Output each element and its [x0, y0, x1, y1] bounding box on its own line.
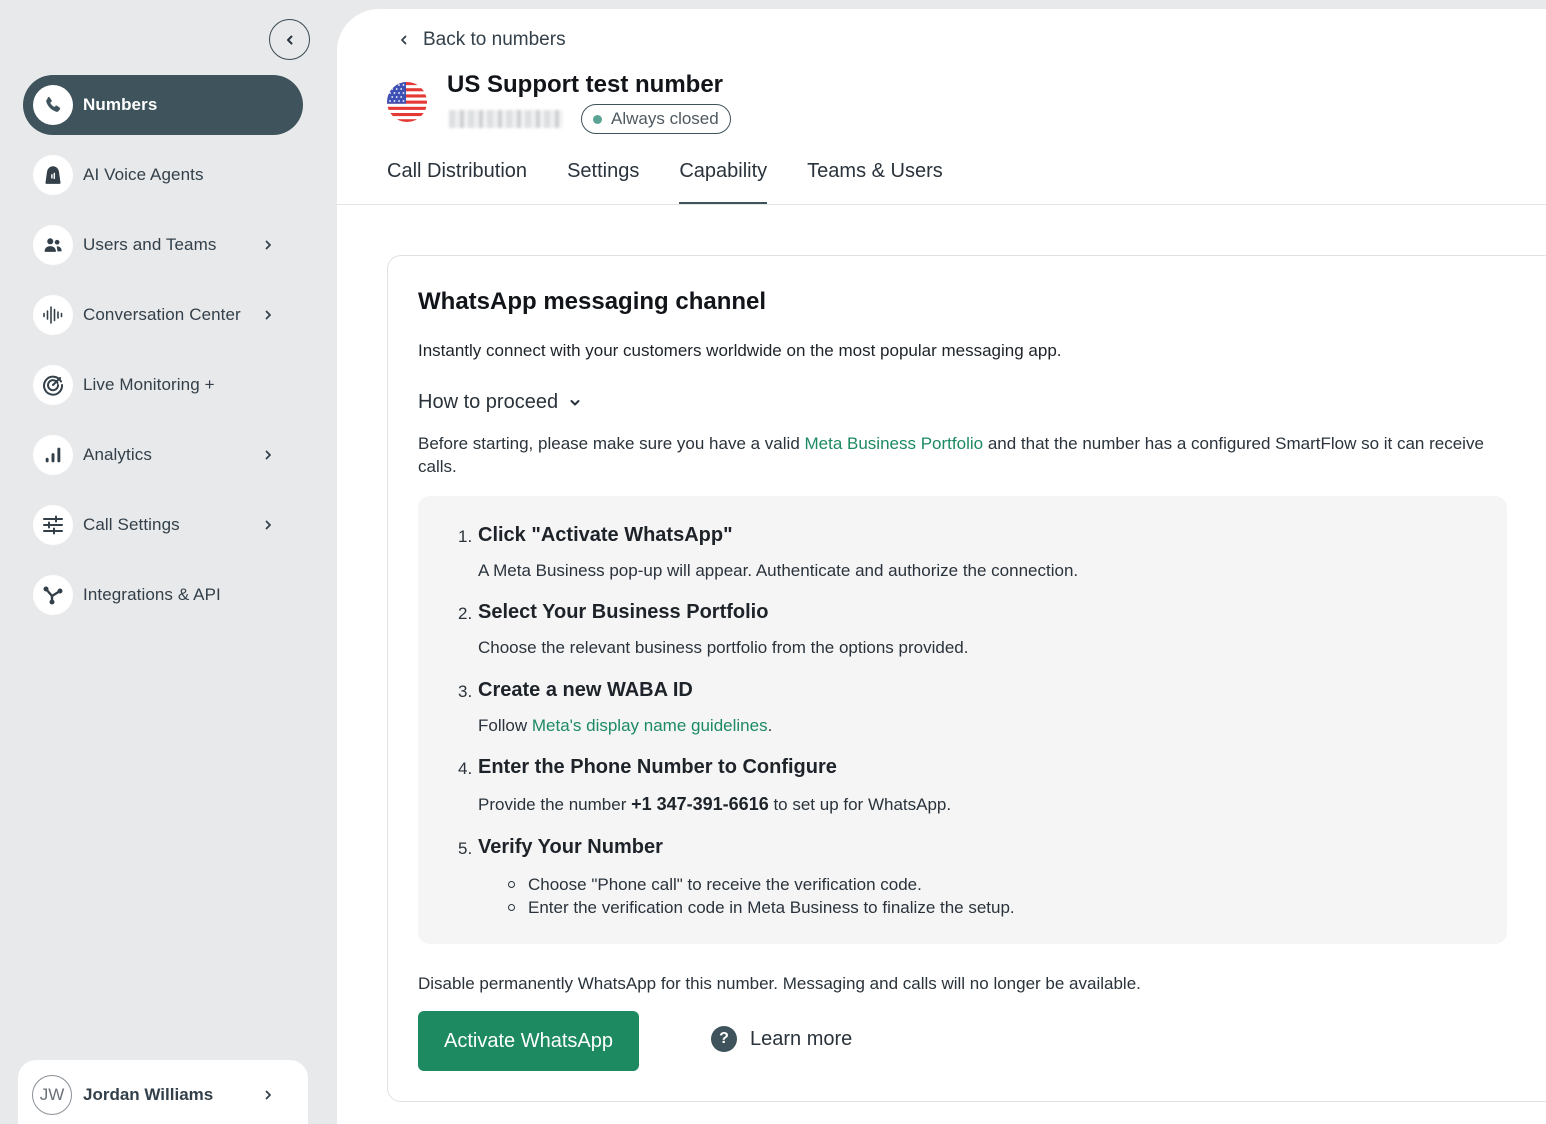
step-number: 4. [458, 759, 473, 778]
user-profile-menu[interactable]: JW Jordan Williams [18, 1060, 308, 1124]
tab-teams-users[interactable]: Teams & Users [807, 154, 943, 204]
avatar: JW [32, 1075, 72, 1115]
step-number: 1. [458, 527, 473, 546]
page-title: US Support test number [447, 71, 724, 98]
step-description: Follow Meta's display name guidelines. [478, 716, 773, 735]
us-flag-icon [387, 82, 427, 122]
step-title: Enter the Phone Number to Configure [478, 756, 837, 778]
chevron-left-icon [399, 35, 409, 45]
step-title: Select Your Business Portfolio [478, 601, 769, 623]
sidebar-item-ai-voice-agents[interactable]: AI Voice Agents [23, 145, 303, 205]
sidebar-item-users-and-teams[interactable]: Users and Teams [23, 215, 303, 275]
activate-whatsapp-button[interactable]: Activate WhatsApp [418, 1011, 639, 1071]
sidebar-item-label: Conversation Center [83, 305, 241, 324]
back-link-label: Back to numbers [423, 29, 566, 50]
list-item: Choose "Phone call" to receive the verif… [508, 873, 1015, 896]
sidebar-item-call-settings[interactable]: Call Settings [23, 495, 303, 555]
learn-more-label: Learn more [750, 1027, 853, 1050]
tab-settings[interactable]: Settings [567, 154, 639, 204]
sidebar-item-conversation-center[interactable]: Conversation Center [23, 285, 303, 345]
bullet-icon [508, 904, 515, 911]
sliders-icon [33, 505, 73, 545]
status-badge: Always closed [581, 104, 731, 134]
step-title: Click "Activate WhatsApp" [478, 524, 733, 546]
phone-icon [33, 85, 73, 125]
disable-notice: Disable permanently WhatsApp for this nu… [418, 974, 1141, 993]
status-label: Always closed [611, 109, 719, 128]
meta-business-portfolio-link[interactable]: Meta Business Portfolio [805, 434, 984, 453]
bar-chart-icon [33, 435, 73, 475]
redacted-phone-number [449, 110, 563, 128]
step-title: Verify Your Number [478, 836, 663, 858]
sidebar-item-integrations-api[interactable]: Integrations & API [23, 565, 303, 625]
step-number: 5. [458, 839, 473, 858]
how-to-proceed-label: How to proceed [418, 391, 559, 413]
main-panel: Back to numbers US Support test number A [337, 9, 1546, 1124]
sidebar-item-label: Integrations & API [83, 585, 221, 604]
intro-text: Before starting, please make sure you ha… [418, 434, 1484, 476]
tabs-divider [337, 204, 1546, 205]
learn-more-link[interactable]: ? Learn more [711, 1026, 852, 1052]
meta-display-name-guidelines-link[interactable]: Meta's display name guidelines [532, 716, 768, 735]
user-name: Jordan Williams [83, 1085, 214, 1104]
chevron-right-icon [263, 240, 273, 250]
integration-icon [33, 575, 73, 615]
step-number: 3. [458, 682, 473, 701]
tab-call-distribution[interactable]: Call Distribution [387, 154, 527, 204]
whatsapp-channel-card: WhatsApp messaging channel Instantly con… [387, 255, 1546, 1102]
sidebar-item-analytics[interactable]: Analytics [23, 425, 303, 485]
waveform-icon [33, 295, 73, 335]
chevron-right-icon [263, 310, 273, 320]
step-sub-list: Choose "Phone call" to receive the verif… [508, 873, 1015, 919]
chevron-down-icon [569, 397, 581, 409]
sidebar-item-live-monitoring[interactable]: Live Monitoring + [23, 355, 303, 415]
sidebar: Numbers AI Voice Agents Users and Teams … [0, 0, 337, 1124]
phone-number: +1 347-391-6616 [631, 794, 769, 814]
tab-bar: Call Distribution Settings Capability Te… [387, 154, 983, 204]
how-to-proceed-toggle[interactable]: How to proceed [418, 391, 581, 414]
step-description: Provide the number +1 347-391-6616 to se… [478, 794, 952, 814]
back-to-numbers-link[interactable]: Back to numbers [399, 29, 566, 51]
sidebar-item-label: Live Monitoring + [83, 375, 215, 394]
step-description: Choose the relevant business portfolio f… [478, 638, 969, 657]
sidebar-item-label: Numbers [83, 95, 158, 114]
step-description: A Meta Business pop-up will appear. Auth… [478, 561, 1079, 580]
sidebar-item-numbers[interactable]: Numbers [23, 75, 303, 135]
chevron-right-icon [263, 1090, 273, 1100]
sidebar-item-label: Call Settings [83, 515, 180, 534]
list-item: Enter the verification code in Meta Busi… [508, 896, 1015, 919]
step-title: Create a new WABA ID [478, 679, 693, 701]
chevron-right-icon [263, 520, 273, 530]
users-icon [33, 225, 73, 265]
monitoring-icon [33, 365, 73, 405]
bullet-icon [508, 881, 515, 888]
tab-capability[interactable]: Capability [679, 154, 767, 204]
card-title: WhatsApp messaging channel [418, 288, 767, 315]
status-dot [593, 114, 602, 124]
steps-panel: 1. Click "Activate WhatsApp" A Meta Busi… [418, 496, 1507, 944]
card-subtitle: Instantly connect with your customers wo… [418, 341, 1062, 360]
help-icon: ? [711, 1026, 737, 1052]
chevron-left-icon [286, 35, 292, 44]
sidebar-nav: Numbers AI Voice Agents Users and Teams … [23, 75, 303, 635]
chevron-right-icon [263, 450, 273, 460]
sidebar-item-label: Users and Teams [83, 235, 217, 254]
collapse-sidebar-button[interactable] [269, 19, 310, 60]
sidebar-item-label: AI Voice Agents [83, 165, 204, 184]
step-number: 2. [458, 604, 473, 623]
ai-agent-icon [33, 155, 73, 195]
sidebar-item-label: Analytics [83, 445, 152, 464]
